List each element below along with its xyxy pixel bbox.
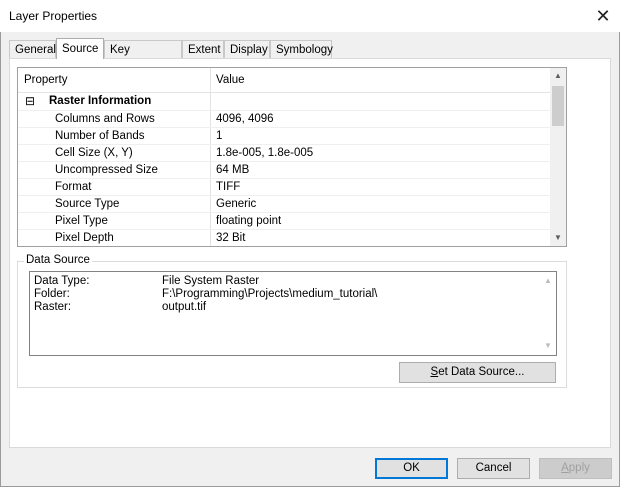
property-value: 1.8e-005, 1.8e-005 bbox=[216, 147, 314, 159]
tab-label: Display bbox=[230, 44, 268, 56]
property-name: Pixel Type bbox=[55, 215, 108, 227]
set-data-source-button[interactable]: Set Data Source... bbox=[399, 362, 556, 383]
scroll-down-icon[interactable]: ▼ bbox=[540, 338, 556, 354]
tab-display[interactable]: Display bbox=[224, 40, 270, 58]
property-value: 4096, 4096 bbox=[216, 113, 274, 125]
tab-extent[interactable]: Extent bbox=[182, 40, 224, 58]
property-name: Cell Size (X, Y) bbox=[55, 147, 133, 159]
scroll-up-icon[interactable]: ▲ bbox=[540, 273, 556, 289]
cancel-button[interactable]: Cancel bbox=[457, 458, 530, 479]
property-value: TIFF bbox=[216, 181, 241, 193]
property-name: Format bbox=[55, 181, 92, 193]
property-name: Source Type bbox=[55, 198, 120, 210]
tab-general[interactable]: General bbox=[9, 40, 56, 58]
property-value: 64 MB bbox=[216, 164, 250, 176]
scroll-down-icon[interactable]: ▼ bbox=[550, 230, 566, 246]
folder-label: Folder: bbox=[34, 288, 70, 300]
table-row[interactable]: Source Type Generic bbox=[18, 196, 550, 213]
close-icon[interactable]: ✕ bbox=[592, 6, 614, 26]
collapse-icon[interactable]: ⊟ bbox=[25, 93, 35, 110]
data-source-scrollbar[interactable]: ▲ ▼ bbox=[540, 273, 556, 354]
table-row[interactable]: Pixel Depth 32 Bit bbox=[18, 230, 550, 246]
property-name: Pixel Depth bbox=[55, 232, 114, 244]
button-label: pply bbox=[568, 462, 590, 474]
table-row[interactable]: Pixel Type floating point bbox=[18, 213, 550, 230]
apply-button[interactable]: Apply bbox=[539, 458, 612, 479]
section-title: Raster Information bbox=[49, 95, 152, 107]
grid-scrollbar[interactable]: ▲ ▼ bbox=[550, 68, 566, 246]
table-row[interactable]: Columns and Rows 4096, 4096 bbox=[18, 111, 550, 128]
tab-label: Symbology bbox=[276, 44, 333, 56]
table-row[interactable]: Format TIFF bbox=[18, 179, 550, 196]
tab-label: Source bbox=[62, 43, 99, 55]
header-property[interactable]: Property bbox=[18, 68, 67, 92]
table-row[interactable]: Number of Bands 1 bbox=[18, 128, 550, 145]
data-type-label: Data Type: bbox=[34, 275, 90, 287]
property-name: Uncompressed Size bbox=[55, 164, 158, 176]
scrollbar-thumb[interactable] bbox=[552, 86, 564, 126]
data-type-value: File System Raster bbox=[162, 275, 260, 287]
scroll-up-icon[interactable]: ▲ bbox=[550, 68, 566, 84]
property-name: Columns and Rows bbox=[55, 113, 155, 125]
header-value[interactable]: Value bbox=[210, 68, 245, 92]
tab-key-metadata[interactable]: Key Metadata bbox=[104, 40, 182, 74]
tab-label: General bbox=[15, 44, 56, 56]
window-title: Layer Properties bbox=[9, 9, 98, 23]
property-value: floating point bbox=[216, 215, 282, 227]
data-source-textbox[interactable]: Data Type: File System Raster Folder: F:… bbox=[29, 271, 557, 356]
raster-label: Raster: bbox=[34, 301, 72, 313]
folder-value: F:\Programming\Projects\medium_tutorial\ bbox=[162, 288, 378, 300]
property-value: 1 bbox=[216, 130, 223, 142]
tab-label: Extent bbox=[188, 44, 221, 56]
accel-key: A bbox=[561, 462, 569, 474]
property-name: Number of Bands bbox=[55, 130, 145, 142]
grid-header: Property Value bbox=[18, 68, 550, 93]
raster-value: output.tif bbox=[162, 301, 207, 313]
data-source-label: Data Source bbox=[24, 254, 92, 267]
property-value: 32 Bit bbox=[216, 232, 246, 244]
table-row[interactable]: Uncompressed Size 64 MB bbox=[18, 162, 550, 179]
table-row[interactable]: Cell Size (X, Y) 1.8e-005, 1.8e-005 bbox=[18, 145, 550, 162]
property-grid[interactable]: Property Value ⊟ Raster Information Colu… bbox=[17, 67, 567, 247]
property-value: Generic bbox=[216, 198, 257, 210]
section-row[interactable]: ⊟ Raster Information bbox=[18, 93, 550, 111]
tab-source[interactable]: Source bbox=[56, 38, 104, 59]
button-label: et Data Source... bbox=[438, 366, 525, 378]
tab-symbology[interactable]: Symbology bbox=[270, 40, 333, 58]
ok-button[interactable]: OK bbox=[375, 458, 448, 479]
